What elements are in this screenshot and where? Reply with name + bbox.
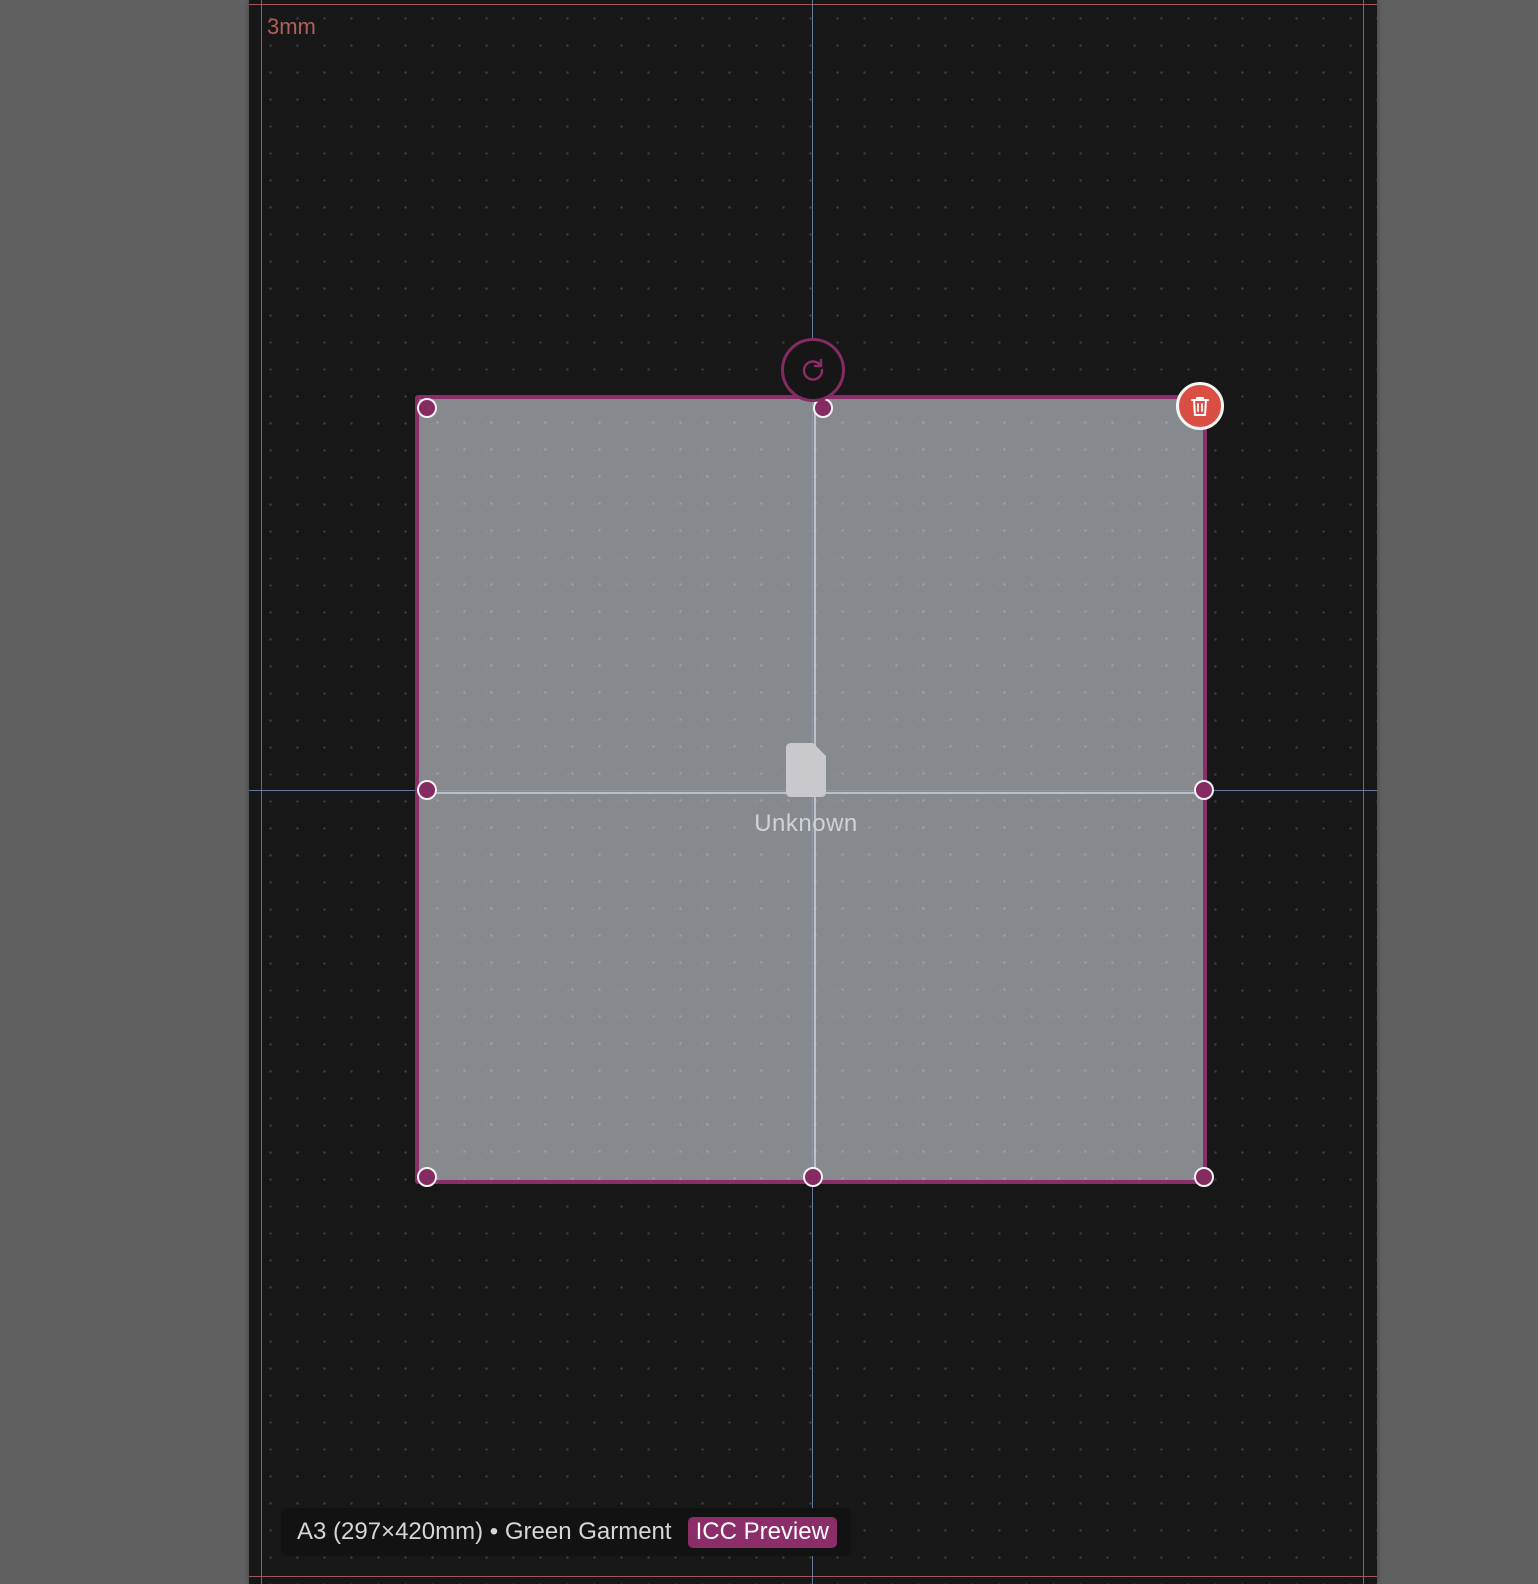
file-icon <box>786 743 826 797</box>
bleed-guide-left <box>261 0 262 1584</box>
trash-icon <box>1191 397 1209 416</box>
bleed-guide-right <box>1363 0 1364 1584</box>
resize-handle-bottom-right[interactable] <box>1194 1167 1214 1187</box>
bleed-guide-top <box>249 4 1377 5</box>
file-type-label: Unknown <box>754 810 858 837</box>
rotate-handle[interactable] <box>781 338 845 402</box>
document-info: A3 (297×420mm) • Green Garment <box>297 1518 672 1545</box>
delete-button[interactable] <box>1176 382 1224 430</box>
bleed-label: 3mm <box>267 14 316 39</box>
bleed-guide-bottom <box>249 1576 1377 1577</box>
rotate-icon <box>802 358 824 381</box>
resize-handle-middle-left[interactable] <box>417 780 437 800</box>
resize-handle-bottom-center[interactable] <box>803 1167 823 1187</box>
status-bar: A3 (297×420mm) • Green Garment ICC Previ… <box>281 1508 851 1556</box>
resize-handle-top-left[interactable] <box>417 398 437 418</box>
resize-handle-bottom-left[interactable] <box>417 1167 437 1187</box>
workspace: 3mm Unknown A3 (297×420mm) • Green Garme… <box>0 0 1538 1584</box>
resize-handle-middle-right[interactable] <box>1194 780 1214 800</box>
icc-preview-badge[interactable]: ICC Preview <box>687 1516 837 1548</box>
